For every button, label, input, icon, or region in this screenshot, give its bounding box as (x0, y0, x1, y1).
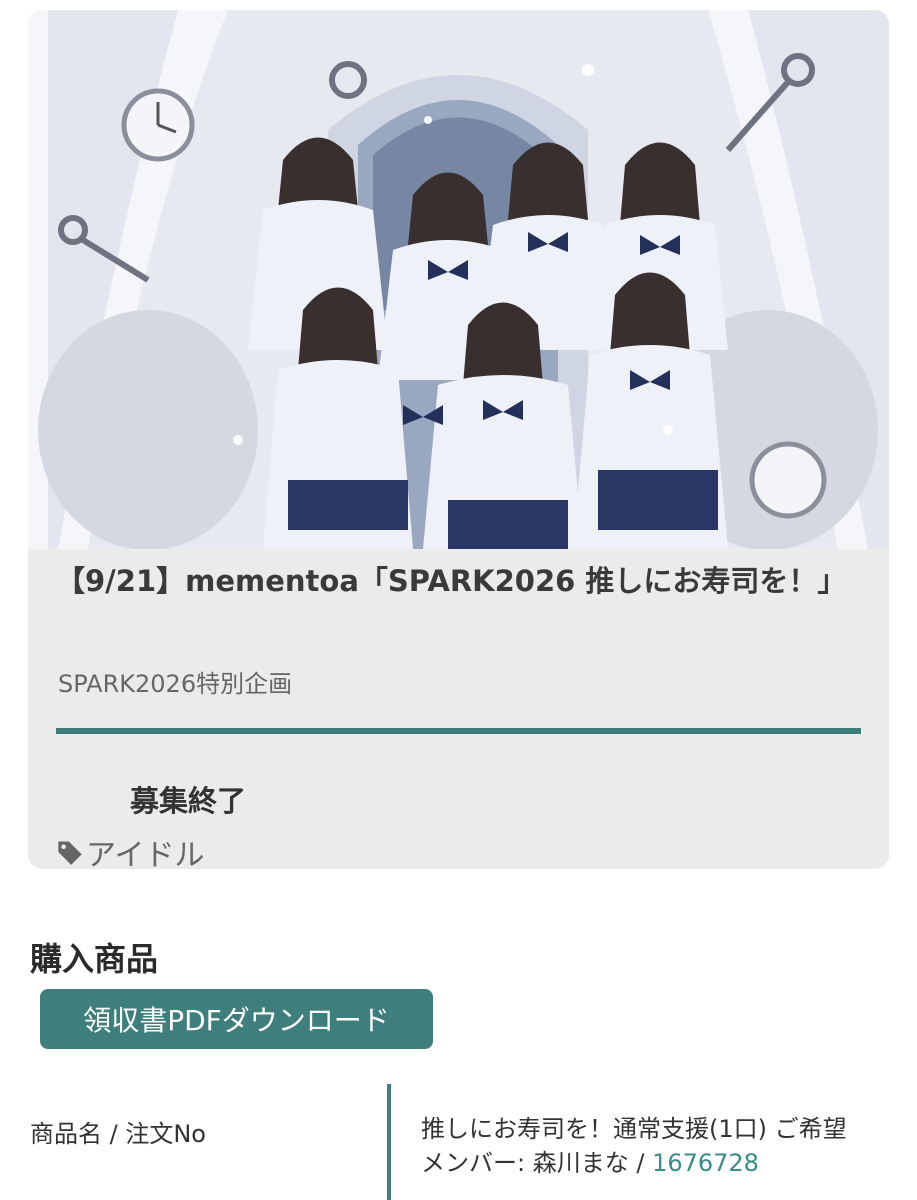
receipt-pdf-download-button[interactable]: 領収書PDFダウンロード (40, 989, 433, 1049)
purchased-items-heading: 購入商品 (30, 940, 159, 978)
category-tag[interactable]: アイドル (56, 830, 205, 869)
group-photo-illustration (28, 10, 889, 549)
project-subtitle: SPARK2026特別企画 (58, 670, 293, 698)
product-name: 推しにお寿司を！通常支援(1口) ご希望メンバー: 森川まな / (421, 1115, 847, 1177)
project-card[interactable]: 【9/21】mementoa「SPARK2026 推しにお寿司を！」 SPARK… (28, 10, 889, 869)
status-label: 募集終了 (130, 784, 247, 818)
progress-bar (56, 728, 861, 734)
tag-label: アイドル (86, 838, 205, 869)
order-number-link[interactable]: 1676728 (652, 1149, 759, 1177)
progress-bar-fill (56, 728, 861, 734)
tag-icon (58, 841, 82, 865)
product-order-label: 商品名 / 注文No (30, 1120, 206, 1148)
project-title[interactable]: 【9/21】mementoa「SPARK2026 推しにお寿司を！」 (56, 562, 846, 600)
project-image[interactable] (28, 10, 889, 549)
column-divider (387, 1084, 391, 1200)
product-order-value: 推しにお寿司を！通常支援(1口) ご希望メンバー: 森川まな / 1676728 (421, 1112, 866, 1180)
